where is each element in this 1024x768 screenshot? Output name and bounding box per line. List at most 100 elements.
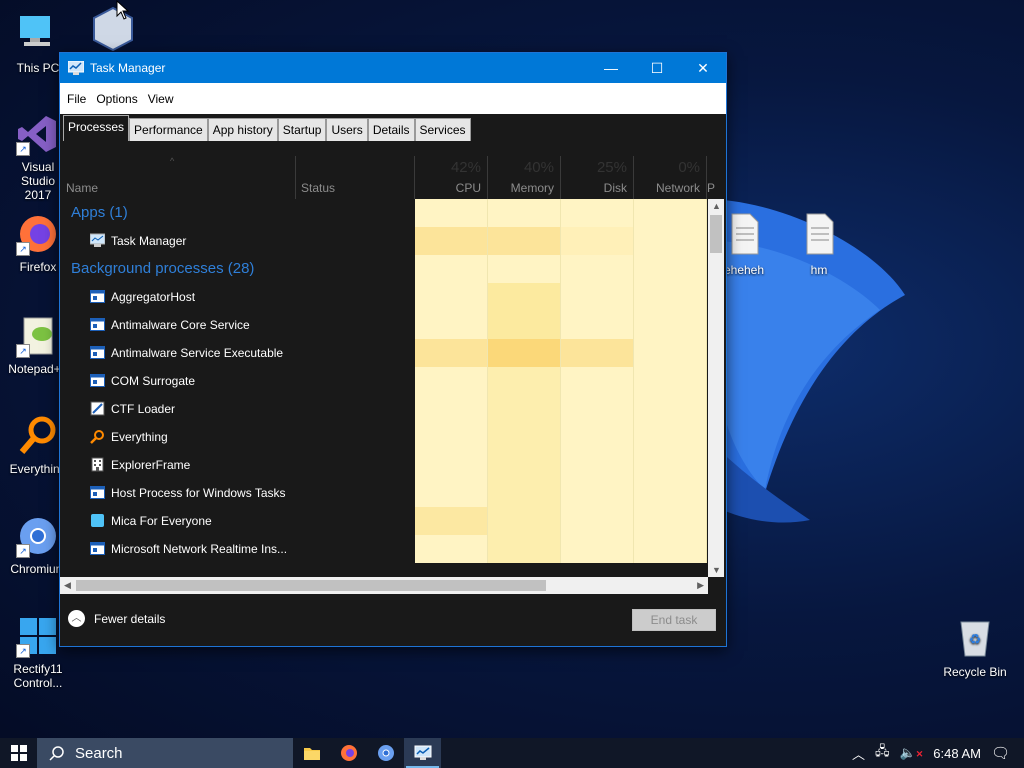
column-label: Memory bbox=[510, 181, 554, 195]
fewer-details-label: Fewer details bbox=[94, 611, 166, 626]
process-name: CTF Loader bbox=[111, 402, 176, 416]
column-power[interactable]: P bbox=[707, 156, 715, 199]
vertical-scrollbar[interactable]: ▲ ▼ bbox=[708, 199, 724, 577]
tab-details[interactable]: Details bbox=[367, 118, 415, 141]
everything-search-icon bbox=[90, 430, 104, 444]
task-manager-icon bbox=[68, 61, 84, 75]
tab-startup[interactable]: Startup bbox=[277, 118, 327, 141]
title-bar[interactable]: Task Manager — ☐ ✕ bbox=[60, 53, 726, 83]
table-row[interactable]: Microsoft Network Realtime Ins... bbox=[60, 535, 708, 563]
tab-performance[interactable]: Performance bbox=[129, 118, 208, 141]
column-status[interactable]: Status bbox=[295, 156, 415, 199]
menu-view[interactable]: View bbox=[143, 92, 179, 106]
table-row[interactable]: Mica For Everyone bbox=[60, 507, 708, 535]
taskbar-search-box[interactable]: Search bbox=[37, 738, 293, 768]
chevron-up-icon[interactable]: ︿ bbox=[852, 744, 865, 763]
horizontal-scrollbar[interactable]: ◀ ▶ bbox=[60, 577, 708, 594]
table-row[interactable]: Host Process for Windows Tasks bbox=[60, 479, 708, 507]
group-header-background[interactable]: Background processes (28) bbox=[60, 255, 708, 283]
search-icon bbox=[49, 746, 64, 761]
process-list: Apps (1) Task Manager Background process… bbox=[60, 199, 708, 577]
menu-options[interactable]: Options bbox=[91, 92, 142, 106]
column-label: CPU bbox=[455, 181, 481, 195]
table-row[interactable]: COM Surrogate bbox=[60, 367, 708, 395]
taskbar-file-explorer[interactable] bbox=[293, 738, 330, 768]
column-memory[interactable]: 40% Memory bbox=[488, 156, 561, 199]
group-header-apps[interactable]: Apps (1) bbox=[60, 199, 708, 227]
building-icon bbox=[91, 457, 104, 472]
table-row[interactable]: Antimalware Service Executable bbox=[60, 339, 708, 367]
window-app-icon bbox=[90, 374, 105, 387]
process-name: COM Surrogate bbox=[111, 374, 196, 388]
window-app-icon bbox=[90, 542, 105, 555]
window-title: Task Manager bbox=[90, 61, 166, 75]
desktop-icon-recycle-bin[interactable]: ♻ Recycle Bin bbox=[940, 614, 1010, 679]
menu-file[interactable]: File bbox=[62, 92, 91, 106]
tab-processes[interactable]: Processes bbox=[63, 115, 130, 141]
scroll-up-icon[interactable]: ▲ bbox=[712, 201, 721, 211]
table-row[interactable]: Everything bbox=[60, 423, 708, 451]
table-row[interactable]: ExplorerFrame bbox=[60, 451, 708, 479]
desktop-icon-hm[interactable]: hm bbox=[787, 212, 851, 277]
windows-logo-icon bbox=[10, 745, 27, 761]
column-disk[interactable]: 25% Disk bbox=[561, 156, 634, 199]
scroll-left-icon[interactable]: ◀ bbox=[64, 580, 71, 591]
minimize-button[interactable]: — bbox=[588, 53, 634, 83]
ctf-loader-icon bbox=[90, 401, 105, 416]
taskbar-task-manager[interactable] bbox=[404, 738, 441, 768]
group-title: Background processes (28) bbox=[71, 260, 255, 277]
column-label: P bbox=[706, 181, 715, 195]
table-row[interactable]: Task Manager bbox=[60, 227, 708, 255]
shortcut-arrow-icon: ↗ bbox=[16, 242, 30, 256]
chromium-icon bbox=[377, 745, 394, 761]
recycle-bin-icon: ♻ bbox=[960, 621, 990, 657]
process-name: Task Manager bbox=[111, 234, 187, 248]
maximize-button[interactable]: ☐ bbox=[634, 53, 680, 83]
column-label: Disk bbox=[603, 181, 627, 195]
process-name: Microsoft Network Realtime Ins... bbox=[111, 542, 288, 556]
task-manager-icon bbox=[90, 233, 105, 247]
tab-app-history[interactable]: App history bbox=[207, 118, 278, 141]
scroll-down-icon[interactable]: ▼ bbox=[712, 565, 721, 575]
table-row[interactable]: Antimalware Core Service bbox=[60, 311, 708, 339]
tab-services[interactable]: Services bbox=[414, 118, 471, 141]
taskbar-firefox[interactable] bbox=[330, 738, 367, 768]
column-header-row: ^ Name Status 42% CPU 40% Memory 25% Dis… bbox=[60, 156, 715, 199]
column-percent: 25% bbox=[596, 159, 627, 176]
column-network[interactable]: 0% Network bbox=[634, 156, 707, 199]
search-label: Search bbox=[75, 744, 123, 762]
start-button[interactable] bbox=[0, 738, 37, 768]
everything-search-icon bbox=[19, 416, 56, 454]
column-percent: 40% bbox=[523, 159, 554, 176]
table-row[interactable]: AggregatorHost bbox=[60, 283, 708, 311]
fewer-details-button[interactable]: ︿ Fewer details bbox=[68, 610, 165, 627]
column-label: Name bbox=[66, 181, 99, 195]
process-name: Mica For Everyone bbox=[111, 514, 212, 528]
scrollbar-thumb[interactable] bbox=[710, 215, 722, 253]
shortcut-arrow-icon: ↗ bbox=[16, 142, 30, 156]
task-manager-window[interactable]: Task Manager — ☐ ✕ File Options View Pro… bbox=[59, 52, 727, 647]
tab-users[interactable]: Users bbox=[326, 118, 368, 141]
desktop-icon-label: Recycle Bin bbox=[943, 665, 1007, 679]
shortcut-arrow-icon: ↗ bbox=[16, 344, 30, 358]
close-button[interactable]: ✕ bbox=[680, 53, 726, 83]
table-row[interactable]: CTF Loader bbox=[60, 395, 708, 423]
file-explorer-icon bbox=[303, 748, 320, 760]
window-app-icon bbox=[90, 486, 105, 499]
clock[interactable]: 6:48 AM bbox=[933, 746, 981, 761]
window-footer: ︿ Fewer details End task bbox=[60, 595, 724, 645]
process-name: AggregatorHost bbox=[111, 290, 196, 304]
column-name[interactable]: ^ Name bbox=[60, 156, 296, 199]
end-task-button[interactable]: End task bbox=[632, 609, 716, 631]
svg-text:♻: ♻ bbox=[969, 631, 982, 647]
notifications-icon[interactable]: 🗨 bbox=[991, 744, 1010, 762]
window-app-icon bbox=[90, 290, 105, 303]
network-icon[interactable]: 🖧 bbox=[875, 742, 890, 764]
process-name: Everything bbox=[111, 430, 168, 444]
taskbar: Search ︿ 🖧 🔈✕ 6:48 AM 🗨 bbox=[0, 738, 1024, 768]
volume-muted-icon[interactable]: 🔈✕ bbox=[900, 745, 924, 761]
column-cpu[interactable]: 42% CPU bbox=[415, 156, 488, 199]
scroll-right-icon[interactable]: ▶ bbox=[697, 580, 704, 591]
scrollbar-thumb[interactable] bbox=[76, 580, 546, 591]
taskbar-chromium[interactable] bbox=[367, 738, 404, 768]
